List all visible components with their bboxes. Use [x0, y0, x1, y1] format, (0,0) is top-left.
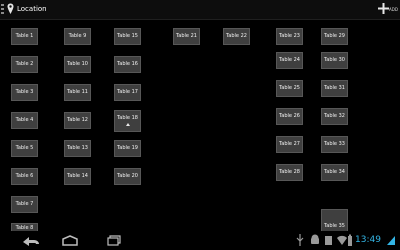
table-14-button[interactable]: Table 14	[64, 168, 91, 185]
table-31-button[interactable]: Table 31	[321, 80, 348, 97]
table-24-button[interactable]: Table 24	[276, 52, 303, 69]
notification-icon	[325, 236, 332, 245]
table-22-button[interactable]: Table 22	[223, 28, 250, 45]
table-16-button[interactable]: Table 16	[114, 56, 141, 73]
table-6-button[interactable]: Table 6	[11, 168, 38, 185]
usb-icon	[296, 234, 304, 246]
android-icon	[311, 234, 319, 244]
table-25-button[interactable]: Table 25	[276, 80, 303, 97]
table-27-button[interactable]: Table 27	[276, 136, 303, 153]
location-pin-icon	[7, 3, 14, 14]
table-12-button[interactable]: Table 12	[64, 112, 91, 129]
table-30-button[interactable]: Table 30	[321, 52, 348, 69]
table-26-button[interactable]: Table 26	[276, 108, 303, 125]
resize-handle-icon[interactable]	[125, 123, 130, 126]
table-33-button[interactable]: Table 33	[321, 136, 348, 153]
recent-apps-icon[interactable]	[102, 234, 124, 248]
table-2-button[interactable]: Table 2	[11, 56, 38, 73]
table-17-button[interactable]: Table 17	[114, 84, 141, 101]
home-icon[interactable]	[59, 234, 81, 248]
table-11-button[interactable]: Table 11	[64, 84, 91, 101]
add-label: ADD	[389, 7, 398, 12]
table-1-button[interactable]: Table 1	[11, 28, 38, 45]
table-13-button[interactable]: Table 13	[64, 140, 91, 157]
add-table-button[interactable]: ADD	[378, 3, 400, 16]
plus-icon	[378, 3, 389, 14]
table-15-button[interactable]: Table 15	[114, 28, 141, 45]
system-bar: 13:49	[0, 231, 400, 250]
table-28-button[interactable]: Table 28	[276, 164, 303, 181]
action-bar: Location ADD	[0, 0, 400, 20]
table-5-button[interactable]: Table 5	[11, 140, 38, 157]
table-20-button[interactable]: Table 20	[114, 168, 141, 185]
floor-plan-canvas: Table 1 Table 2 Table 3 Table 4 Table 5 …	[0, 20, 400, 233]
table-34-button[interactable]: Table 34	[321, 164, 348, 181]
table-32-button[interactable]: Table 32	[321, 108, 348, 125]
table-10-button[interactable]: Table 10	[64, 56, 91, 73]
battery-icon	[348, 234, 352, 246]
clock: 13:49	[355, 235, 381, 245]
table-3-button[interactable]: Table 3	[11, 84, 38, 101]
signal-icon	[387, 236, 395, 245]
table-9-button[interactable]: Table 9	[64, 28, 91, 45]
wifi-icon	[337, 235, 347, 245]
table-35-button[interactable]: Table 35	[321, 209, 348, 233]
table-7-button[interactable]: Table 7	[11, 196, 38, 213]
page-title: Location	[17, 5, 47, 13]
table-23-button[interactable]: Table 23	[276, 28, 303, 45]
table-21-button[interactable]: Table 21	[173, 28, 200, 45]
up-caret-icon[interactable]	[1, 4, 4, 14]
back-icon[interactable]	[20, 234, 42, 248]
table-18-button[interactable]: Table 18	[114, 110, 141, 132]
table-29-button[interactable]: Table 29	[321, 28, 348, 45]
table-19-button[interactable]: Table 19	[114, 140, 141, 157]
table-4-button[interactable]: Table 4	[11, 112, 38, 129]
